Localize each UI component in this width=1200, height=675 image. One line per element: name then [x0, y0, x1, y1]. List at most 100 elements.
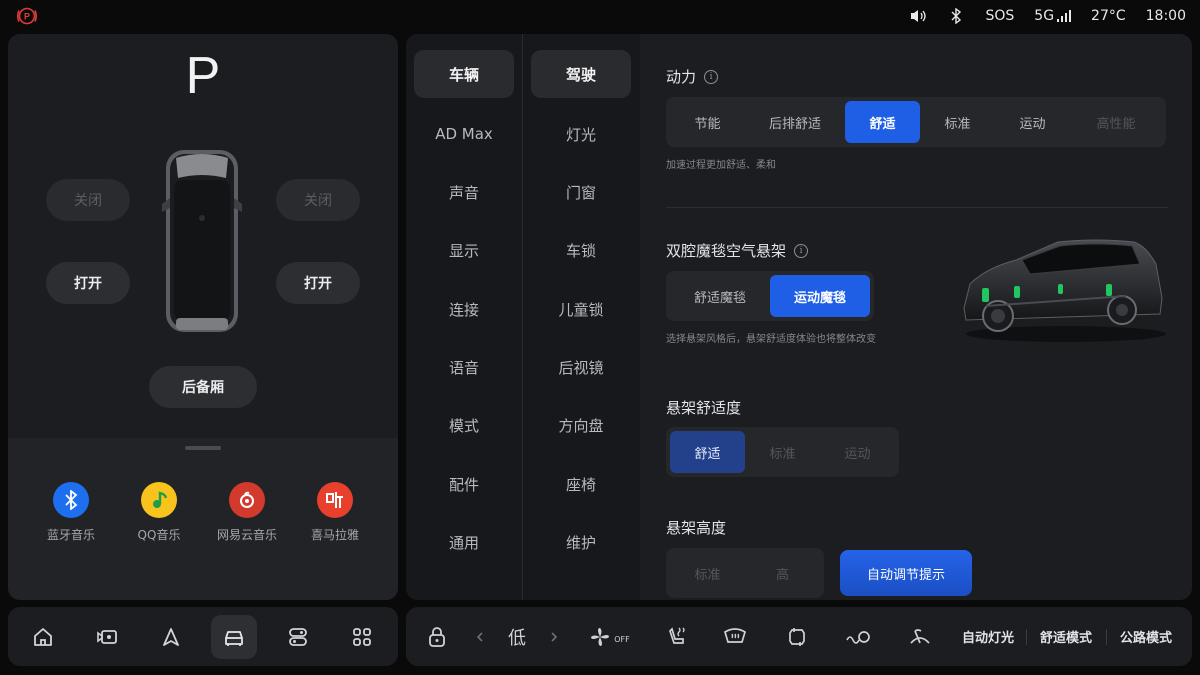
media-app-netease[interactable]: 网易云音乐 — [202, 482, 292, 543]
height-option-standard: 标准 — [694, 567, 721, 583]
nav-ad-max[interactable]: AD Max — [414, 110, 514, 158]
separator — [1026, 629, 1027, 645]
wiper-button[interactable] — [904, 607, 936, 666]
section-divider — [666, 207, 1168, 208]
suspension-height-selector: 标准 高 — [666, 548, 824, 598]
power-option-rear-comfort[interactable]: 后排舒适 — [745, 101, 845, 143]
suspension-option-sport-carpet[interactable]: 运动魔毯 — [770, 275, 870, 317]
bluetooth-icon[interactable] — [947, 7, 965, 25]
camera-icon — [97, 630, 117, 644]
nav-driving[interactable]: 驾驶 — [531, 50, 631, 98]
comfort-option-standard[interactable]: 标准 — [745, 431, 820, 473]
fan-toggle-button[interactable]: OFF — [584, 607, 634, 666]
driving-settings: 动力 i 节能 后排舒适 舒适 标准 运动 高性能 加速过程更加舒适、柔和 双腔… — [640, 34, 1192, 600]
suspension-comfort-title: 悬架舒适度 — [666, 399, 742, 417]
mirror-heat-button[interactable] — [842, 607, 874, 666]
apps-icon — [353, 628, 371, 646]
netease-music-icon — [229, 482, 265, 518]
secondary-nav: 驾驶 灯光 门窗 车锁 儿童锁 后视镜 方向盘 座椅 维护 — [523, 34, 640, 600]
car-top-view-image — [162, 150, 242, 332]
sos-button[interactable]: SOS — [985, 8, 1014, 24]
control-icon — [289, 628, 307, 646]
clock: 18:00 — [1145, 8, 1186, 24]
fan-increase-button[interactable] — [544, 607, 564, 666]
nav-voice[interactable]: 语音 — [414, 343, 514, 391]
left-rear-door-open-button[interactable]: 打开 — [46, 262, 130, 304]
media-app-qq[interactable]: QQ音乐 — [114, 482, 204, 543]
front-defrost-button[interactable] — [720, 607, 750, 666]
power-option-eco[interactable]: 节能 — [670, 101, 745, 143]
power-option-standard[interactable]: 标准 — [920, 101, 995, 143]
left-front-door-status[interactable]: 关闭 — [46, 179, 130, 221]
power-option-sport[interactable]: 运动 — [995, 101, 1070, 143]
home-icon — [34, 628, 52, 646]
info-icon[interactable]: i — [794, 243, 809, 258]
comfort-option-comfort[interactable]: 舒适 — [670, 431, 745, 473]
media-app-ximalaya[interactable]: 喜马拉雅 — [290, 482, 380, 543]
nav-display[interactable]: 显示 — [414, 226, 514, 274]
nav-maintenance[interactable]: 维护 — [531, 518, 631, 566]
fan-decrease-button[interactable] — [470, 607, 490, 666]
auto-lights-button[interactable]: 自动灯光 — [956, 607, 1020, 666]
suspension-height-title: 悬架高度 — [666, 519, 727, 537]
navigation-button[interactable] — [148, 615, 194, 659]
trunk-button[interactable]: 后备厢 — [149, 366, 257, 408]
nav-mode[interactable]: 模式 — [414, 401, 514, 449]
suspension-option-comfort-carpet[interactable]: 舒适魔毯 — [670, 275, 770, 317]
nav-locks[interactable]: 车锁 — [531, 226, 631, 274]
right-front-door-status[interactable]: 关闭 — [276, 179, 360, 221]
recirculation-button[interactable] — [782, 607, 812, 666]
recirculation-icon — [789, 627, 805, 646]
seat-heating-button[interactable] — [662, 607, 692, 666]
nav-steering-wheel[interactable]: 方向盘 — [531, 401, 631, 449]
front-defrost-icon — [723, 627, 747, 643]
info-icon[interactable]: i — [704, 69, 719, 84]
power-option-comfort[interactable]: 舒适 — [845, 101, 920, 143]
fan-icon — [591, 627, 610, 646]
network-indicator: 5G — [1034, 8, 1072, 24]
nav-general[interactable]: 通用 — [414, 518, 514, 566]
nav-vehicle[interactable]: 车辆 — [414, 50, 514, 98]
power-option-performance: 高性能 — [1096, 116, 1136, 132]
settings-panel: 车辆 AD Max 声音 显示 连接 语音 模式 配件 通用 驾驶 灯光 门窗 … — [406, 34, 1192, 600]
drawer-handle[interactable] — [185, 446, 221, 450]
chevron-left-icon — [476, 631, 483, 642]
controls-button[interactable] — [275, 615, 321, 659]
gear-indicator: P — [185, 47, 221, 105]
volume-icon[interactable] — [909, 7, 927, 25]
qq-music-icon — [141, 482, 177, 518]
power-mode-selector: 节能 后排舒适 舒适 标准 运动 高性能 — [666, 97, 1166, 147]
nav-seats[interactable]: 座椅 — [531, 460, 631, 508]
comfort-mode-button[interactable]: 舒适模式 — [1034, 607, 1098, 666]
nav-lights[interactable]: 灯光 — [531, 110, 631, 158]
air-suspension-title: 双腔魔毯空气悬架 i — [666, 240, 809, 261]
chevron-right-icon — [551, 631, 558, 642]
nav-mirrors[interactable]: 后视镜 — [531, 343, 631, 391]
auto-adjust-tip-button[interactable]: 自动调节提示 — [840, 550, 972, 596]
height-option-high: 高 — [775, 567, 789, 583]
ximalaya-icon — [317, 482, 353, 518]
camera-button[interactable] — [84, 615, 130, 659]
car-settings-button[interactable] — [211, 615, 257, 659]
primary-nav: 车辆 AD Max 声音 显示 连接 语音 模式 配件 通用 — [406, 34, 523, 600]
vehicle-status-panel: P 关闭 关闭 打开 打开 后备厢 蓝牙音乐 QQ音乐 网易云音乐 喜马拉雅 — [8, 34, 398, 600]
mirror-heat-icon — [846, 630, 870, 644]
home-button[interactable] — [20, 615, 66, 659]
road-mode-button[interactable]: 公路模式 — [1114, 607, 1178, 666]
apps-button[interactable] — [339, 615, 385, 659]
nav-child-lock[interactable]: 儿童锁 — [531, 285, 631, 333]
media-drawer: 蓝牙音乐 QQ音乐 网易云音乐 喜马拉雅 — [8, 438, 398, 600]
lock-button[interactable] — [422, 607, 452, 666]
nav-doors-windows[interactable]: 门窗 — [531, 168, 631, 216]
right-rear-door-open-button[interactable]: 打开 — [276, 262, 360, 304]
power-section-title: 动力 i — [666, 66, 719, 87]
media-app-bluetooth[interactable]: 蓝牙音乐 — [26, 482, 116, 543]
comfort-option-sport[interactable]: 运动 — [820, 431, 895, 473]
left-dock — [8, 607, 398, 666]
seat-heat-icon — [669, 626, 685, 644]
car-icon — [225, 631, 243, 646]
nav-sound[interactable]: 声音 — [414, 168, 514, 216]
nav-connect[interactable]: 连接 — [414, 285, 514, 333]
suspension-comfort-selector: 舒适 标准 运动 — [666, 427, 899, 477]
nav-accessories[interactable]: 配件 — [414, 460, 514, 508]
